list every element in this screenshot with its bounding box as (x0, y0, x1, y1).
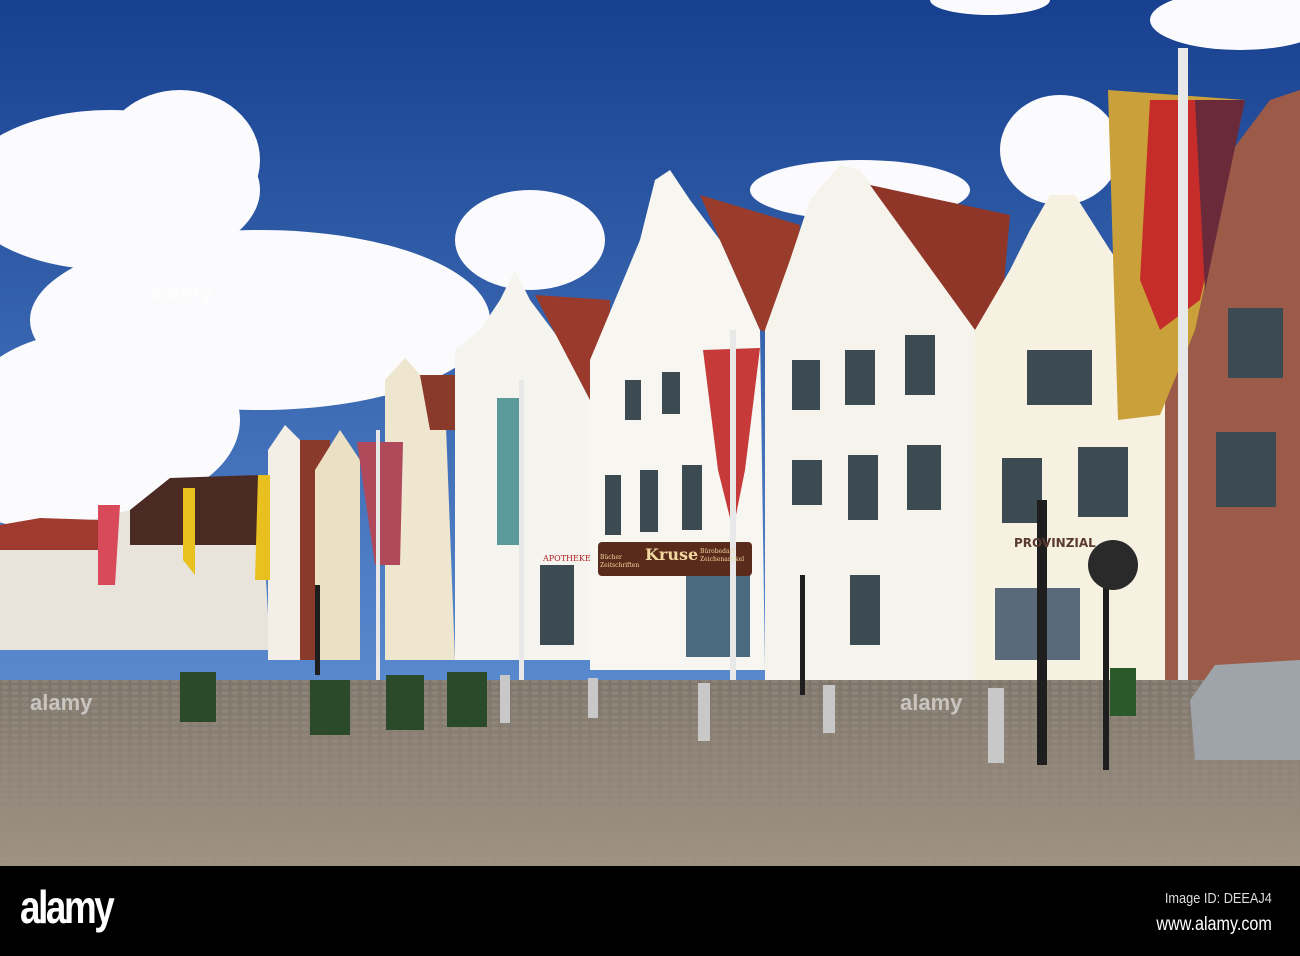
town-square-photo (0, 0, 1300, 866)
watermark: alamy (30, 690, 93, 715)
footer-bar: alamy Image ID: DEEAJ4 www.alamy.com (0, 866, 1300, 956)
image-id: Image ID: DEEAJ4 (1164, 890, 1272, 907)
watermark: alamy (150, 280, 213, 305)
watermark: alamy (900, 690, 963, 715)
alamy-logo: alamy (20, 881, 115, 933)
site-url: www.alamy.com (1156, 914, 1272, 935)
pharmacy-sign: APOTHEKE (543, 554, 591, 563)
bookshop-sign-right: Bürobedarf Zeichenartikel (700, 548, 745, 563)
insurance-sign: PROVINZIAL (1014, 536, 1096, 550)
bookshop-sign: Kruse (645, 545, 699, 564)
bookshop-sign-left: Bücher Zeitschriften (600, 554, 640, 569)
